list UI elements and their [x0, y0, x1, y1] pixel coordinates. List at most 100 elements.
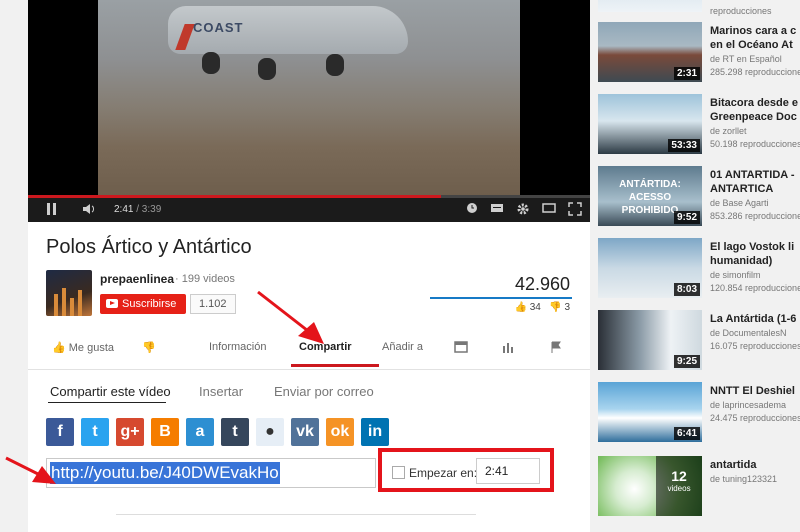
statistics-icon[interactable] — [502, 341, 516, 356]
related-channel: de zorllet — [710, 126, 747, 136]
report-flag-icon[interactable] — [550, 341, 562, 356]
volume-icon[interactable] — [82, 202, 98, 220]
subscribe-button[interactable]: Suscribirse — [100, 294, 186, 314]
youtube-watch-page: COAST 2:41 / 3:39 Polos Ártico y Antárti… — [0, 0, 800, 532]
theater-mode-icon[interactable] — [542, 202, 556, 218]
related-video[interactable]: 53:33 Bitacora desde e Greenpeace Doc de … — [598, 94, 800, 160]
blogger-share-icon[interactable]: B — [151, 418, 179, 446]
video-thumbnail: 8:03 — [598, 238, 702, 298]
related-playlist[interactable]: 12 videos antartida de tuning123321 — [598, 456, 800, 522]
related-title: Marinos cara a c en el Océano At — [710, 25, 797, 51]
channel-avatar[interactable] — [46, 270, 92, 316]
like-button-label: Me gusta — [68, 342, 115, 354]
related-title: 01 ANTARTIDA - ANTARTICA — [710, 169, 795, 195]
active-tab-underline — [291, 364, 379, 367]
related-views: 16.075 reproducciones — [710, 341, 800, 351]
share-link-selected: http://youtu.be/J40DWEvakHo — [50, 462, 280, 484]
start-at-input[interactable]: 2:41 — [476, 458, 540, 484]
related-video[interactable]: 8:03 El lago Vostok li humanidad) de simo… — [598, 238, 800, 304]
related-views: 853.286 reproducciones — [710, 211, 800, 221]
video-thumbnail: 6:41 — [598, 382, 702, 442]
playlist-count: 12 — [671, 468, 687, 484]
playlist-count-label: videos — [667, 484, 691, 493]
watch-later-icon[interactable] — [466, 202, 478, 218]
start-at-highlight: Empezar en: 2:41 — [378, 448, 554, 492]
thumbs-down-icon[interactable]: 👎 — [549, 302, 561, 313]
facebook-share-icon[interactable]: f — [46, 418, 74, 446]
arrow-to-share-link — [5, 456, 56, 484]
video-thumbnail: ANTÁRTIDA: ACESSO PROHIBIDO 9:52 — [598, 166, 702, 226]
video-title: Polos Ártico y Antártico — [46, 236, 252, 258]
related-video[interactable]: 6:41 NNTT El Deshiel de laprincesadema 2… — [598, 382, 800, 448]
thumbs-up-icon: 👍 — [52, 342, 66, 354]
related-title: La Antártida (1-6 — [710, 313, 797, 325]
duration-badge: 9:52 — [673, 211, 700, 224]
like-dislike-counts: 👍 34 👎 3 — [515, 302, 571, 313]
related-channel: de Base Agarti — [710, 198, 769, 208]
related-title: NNTT El Deshiel — [710, 385, 795, 397]
subscribe-label: Suscribirse — [122, 298, 177, 310]
duration-badge: 2:31 — [673, 67, 700, 80]
airplane-lettering: COAST — [193, 20, 244, 35]
view-count: 42.960 — [514, 274, 570, 294]
settings-gear-icon[interactable] — [516, 202, 530, 220]
player-controls: 2:41 / 3:39 — [28, 198, 590, 222]
transcript-icon[interactable] — [454, 341, 468, 356]
video-player[interactable]: COAST 2:41 / 3:39 — [28, 0, 590, 222]
tab-add-to[interactable]: Añadir a — [382, 341, 423, 353]
related-video[interactable]: reproducciones — [598, 0, 800, 18]
twitter-share-icon[interactable]: t — [81, 418, 109, 446]
fullscreen-icon[interactable] — [568, 202, 582, 220]
reddit-share-icon[interactable]: ● — [256, 418, 284, 446]
related-video[interactable]: ANTÁRTIDA: ACESSO PROHIBIDO 9:52 01 ANTA… — [598, 166, 800, 232]
tab-embed[interactable]: Insertar — [199, 384, 243, 399]
duration-badge: 8:03 — [673, 283, 700, 296]
dislike-count: 3 — [564, 302, 570, 313]
divider — [116, 514, 476, 515]
pause-icon[interactable] — [46, 202, 58, 220]
related-channel: de RT en Español — [710, 54, 782, 64]
vk-share-icon[interactable]: vk — [291, 418, 319, 446]
like-button[interactable]: 👍 Me gusta — [52, 341, 114, 354]
captions-icon[interactable] — [490, 202, 504, 218]
share-tab-underline — [48, 402, 166, 403]
start-at-label: Empezar en: — [409, 466, 478, 480]
related-views: 50.198 reproducciones — [710, 139, 800, 149]
video-thumbnail: 53:33 — [598, 94, 702, 154]
related-video[interactable]: 2:31 Marinos cara a c en el Océano At de … — [598, 22, 800, 88]
related-views: 120.854 reproducciones — [710, 283, 800, 293]
related-channel: de laprincesadema — [710, 400, 787, 410]
tumblr-share-icon[interactable]: t — [221, 418, 249, 446]
arrow-to-share-tab — [257, 290, 324, 344]
playlist-thumbnail: 12 videos — [598, 456, 702, 516]
related-title: antartida — [710, 459, 757, 471]
video-thumbnail — [598, 0, 702, 12]
related-channel: de tuning123321 — [710, 474, 778, 484]
linkedin-share-icon[interactable]: in — [361, 418, 389, 446]
start-at-checkbox[interactable] — [392, 466, 405, 479]
related-title: El lago Vostok li humanidad) — [710, 241, 795, 267]
tab-share-video[interactable]: Compartir este vídeo — [50, 384, 171, 399]
dislike-button[interactable]: 👎 — [142, 341, 156, 354]
ameba-share-icon[interactable]: a — [186, 418, 214, 446]
share-panel: Compartir este vídeo Insertar Enviar por… — [28, 370, 590, 532]
odnoklassniki-share-icon[interactable]: ok — [326, 418, 354, 446]
subscriber-count: 1.102 — [190, 294, 236, 314]
landing-gear — [326, 54, 344, 76]
current-time: 2:41 — [114, 204, 134, 215]
duration-badge: 53:33 — [668, 139, 700, 152]
duration-badge: 9:25 — [673, 355, 700, 368]
share-link-field[interactable]: http://youtu.be/J40DWEvakHo — [46, 458, 376, 488]
thumbs-up-icon[interactable]: 👍 — [515, 302, 527, 313]
related-views: reproducciones — [710, 6, 772, 16]
related-title: Bitacora desde e Greenpeace Doc — [710, 97, 799, 123]
video-frame[interactable]: COAST — [98, 0, 520, 196]
youtube-play-icon — [106, 299, 118, 308]
channel-name[interactable]: prepaenlinea — [100, 272, 174, 286]
like-ratio-bar — [430, 297, 572, 299]
like-count: 34 — [529, 302, 541, 313]
google-plus-share-icon[interactable]: g+ — [116, 418, 144, 446]
video-thumbnail: 9:25 — [598, 310, 702, 370]
tab-email[interactable]: Enviar por correo — [274, 384, 374, 399]
related-video[interactable]: 9:25 La Antártida (1-6 de DocumentalesN … — [598, 310, 800, 376]
